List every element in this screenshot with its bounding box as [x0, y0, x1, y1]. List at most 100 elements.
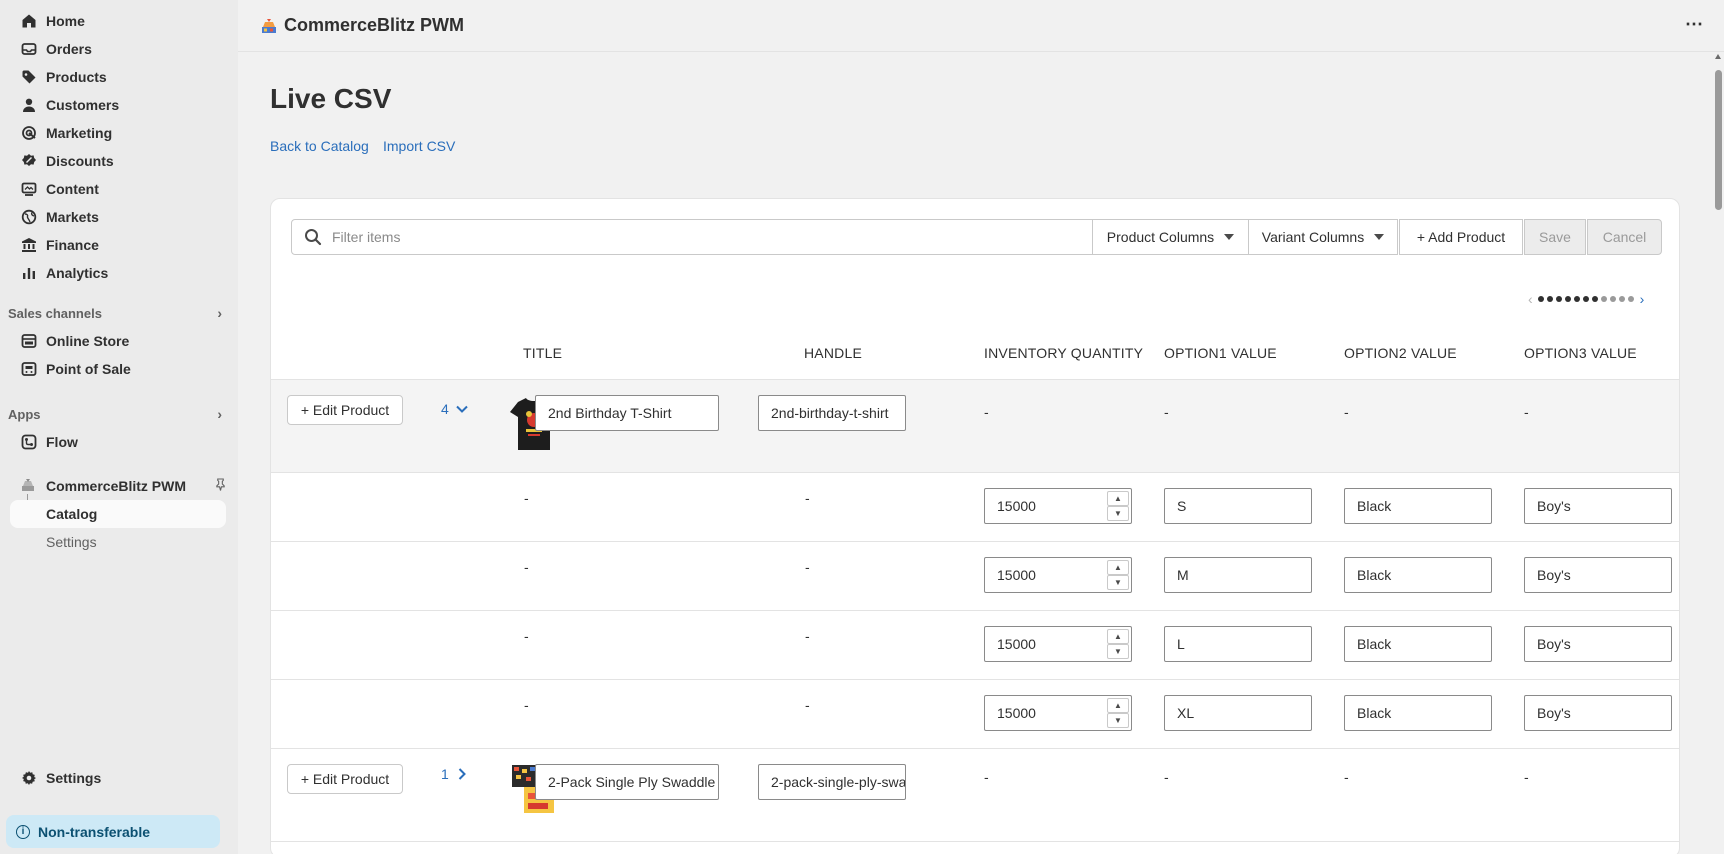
option3-input[interactable] — [1524, 488, 1672, 524]
option3-input[interactable] — [1524, 557, 1672, 593]
option2-input[interactable] — [1344, 695, 1492, 731]
option1-input[interactable] — [1164, 488, 1312, 524]
pager-dot[interactable] — [1610, 296, 1617, 302]
option2-input[interactable] — [1344, 488, 1492, 524]
increment-button[interactable]: ▲ — [1107, 629, 1129, 644]
nav-products[interactable]: Products — [20, 65, 107, 89]
edit-product-button[interactable]: + Edit Product — [287, 395, 403, 425]
pager-dot[interactable] — [1619, 296, 1626, 302]
sidebar-item-app-settings[interactable]: Settings — [10, 528, 226, 556]
inventory-quantity-input[interactable] — [985, 627, 1105, 661]
product-handle-input[interactable] — [758, 395, 906, 431]
sidebar-item-catalog[interactable]: Catalog — [10, 500, 226, 528]
nav-finance[interactable]: Finance — [20, 233, 99, 257]
apps-header[interactable]: Apps › — [8, 403, 228, 425]
variant-columns-dropdown[interactable]: Variant Columns — [1248, 219, 1398, 255]
option3-input[interactable] — [1524, 626, 1672, 662]
more-actions-button[interactable]: ⋯ — [1685, 14, 1704, 35]
increment-button[interactable]: ▲ — [1107, 560, 1129, 575]
sales-channels-header[interactable]: Sales channels › — [8, 302, 228, 324]
empty-cell: - — [984, 404, 989, 420]
option2-input[interactable] — [1344, 626, 1492, 662]
non-transferable-banner[interactable]: i Non-transferable — [6, 815, 220, 848]
decrement-button[interactable]: ▼ — [1107, 506, 1129, 521]
increment-button[interactable]: ▲ — [1107, 698, 1129, 713]
search-input[interactable] — [332, 229, 1032, 245]
option1-input[interactable] — [1164, 626, 1312, 662]
pager-dot[interactable] — [1547, 296, 1554, 302]
nav-customers[interactable]: Customers — [20, 93, 119, 117]
scroll-thumb[interactable] — [1715, 70, 1722, 210]
decrement-button[interactable]: ▼ — [1107, 575, 1129, 590]
pin-icon[interactable] — [215, 478, 226, 494]
option3-input[interactable] — [1524, 695, 1672, 731]
decrement-button[interactable]: ▼ — [1107, 644, 1129, 659]
inventory-quantity-input[interactable] — [985, 558, 1105, 592]
inventory-quantity-field[interactable]: ▲ ▼ — [984, 488, 1132, 524]
add-product-button[interactable]: + Add Product — [1399, 219, 1523, 255]
pager-dot[interactable] — [1565, 296, 1572, 302]
home-icon — [20, 12, 38, 30]
nav-marketing[interactable]: Marketing — [20, 121, 112, 145]
column-header-option2: OPTION2 VALUE — [1344, 345, 1457, 361]
column-header-option1: OPTION1 VALUE — [1164, 345, 1277, 361]
nav-discounts[interactable]: Discounts — [20, 149, 114, 173]
pager-dot[interactable] — [1556, 296, 1563, 302]
search-box[interactable] — [291, 219, 1093, 255]
column-header-inventory: INVENTORY QUANTITY — [984, 345, 1144, 361]
content-icon — [20, 180, 38, 198]
product-title-input[interactable] — [535, 764, 719, 800]
pager-next-button[interactable]: › — [1636, 291, 1649, 307]
inventory-quantity-field[interactable]: ▲ ▼ — [984, 557, 1132, 593]
pager-dot[interactable] — [1592, 296, 1599, 302]
option1-input[interactable] — [1164, 695, 1312, 731]
inventory-quantity-input[interactable] — [985, 489, 1105, 523]
scroll-up-arrow-icon[interactable] — [1715, 54, 1721, 59]
nav-markets[interactable]: Markets — [20, 205, 99, 229]
pager-dots[interactable] — [1537, 296, 1636, 302]
pager-prev-button[interactable]: ‹ — [1524, 291, 1537, 307]
caret-down-icon — [1374, 234, 1385, 240]
empty-cell: - — [524, 490, 529, 506]
variant-count-toggle[interactable]: 4 — [441, 401, 469, 417]
variant-count-toggle[interactable]: 1 — [441, 766, 469, 782]
discount-icon — [20, 152, 38, 170]
inventory-quantity-field[interactable]: ▲ ▼ — [984, 626, 1132, 662]
pager-dot[interactable] — [1583, 296, 1590, 302]
app-topbar: CommerceBlitz PWM ⋯ — [238, 0, 1724, 52]
back-to-catalog-link[interactable]: Back to Catalog — [270, 138, 369, 154]
nav-home[interactable]: Home — [20, 9, 85, 33]
increment-button[interactable]: ▲ — [1107, 491, 1129, 506]
cancel-button[interactable]: Cancel — [1587, 219, 1662, 255]
nav-analytics[interactable]: Analytics — [20, 261, 108, 285]
live-csv-card: Product Columns Variant Columns + Add Pr… — [270, 198, 1680, 854]
nav-flow[interactable]: Flow — [20, 430, 78, 454]
nav-content[interactable]: Content — [20, 177, 99, 201]
page-scrollbar[interactable] — [1712, 52, 1724, 854]
app-commerceblitz[interactable]: CommerceBlitz PWM — [20, 474, 226, 498]
nav-label: Products — [46, 69, 107, 85]
product-columns-dropdown[interactable]: Product Columns — [1092, 219, 1249, 255]
import-csv-link[interactable]: Import CSV — [383, 138, 455, 154]
pager-dot[interactable] — [1538, 296, 1545, 302]
chevron-right-icon: › — [217, 406, 222, 422]
product-handle-input[interactable] — [758, 764, 906, 800]
product-title-input[interactable] — [535, 395, 719, 431]
pager-dot[interactable] — [1601, 296, 1608, 302]
nav-online-store[interactable]: Online Store — [20, 329, 129, 353]
edit-product-button[interactable]: + Edit Product — [287, 764, 403, 794]
decrement-button[interactable]: ▼ — [1107, 713, 1129, 728]
option1-input[interactable] — [1164, 557, 1312, 593]
nav-point-of-sale[interactable]: Point of Sale — [20, 357, 131, 381]
option2-input[interactable] — [1344, 557, 1492, 593]
pager-dot[interactable] — [1574, 296, 1581, 302]
dropdown-label: Product Columns — [1106, 229, 1215, 245]
nav-orders[interactable]: Orders — [20, 37, 92, 61]
pager-dot[interactable] — [1628, 296, 1635, 302]
save-button[interactable]: Save — [1524, 219, 1586, 255]
inventory-quantity-input[interactable] — [985, 696, 1105, 730]
nav-settings[interactable]: Settings — [20, 766, 101, 790]
column-pager[interactable]: ‹ › — [1524, 291, 1648, 307]
variant-count: 1 — [441, 766, 449, 782]
inventory-quantity-field[interactable]: ▲ ▼ — [984, 695, 1132, 731]
